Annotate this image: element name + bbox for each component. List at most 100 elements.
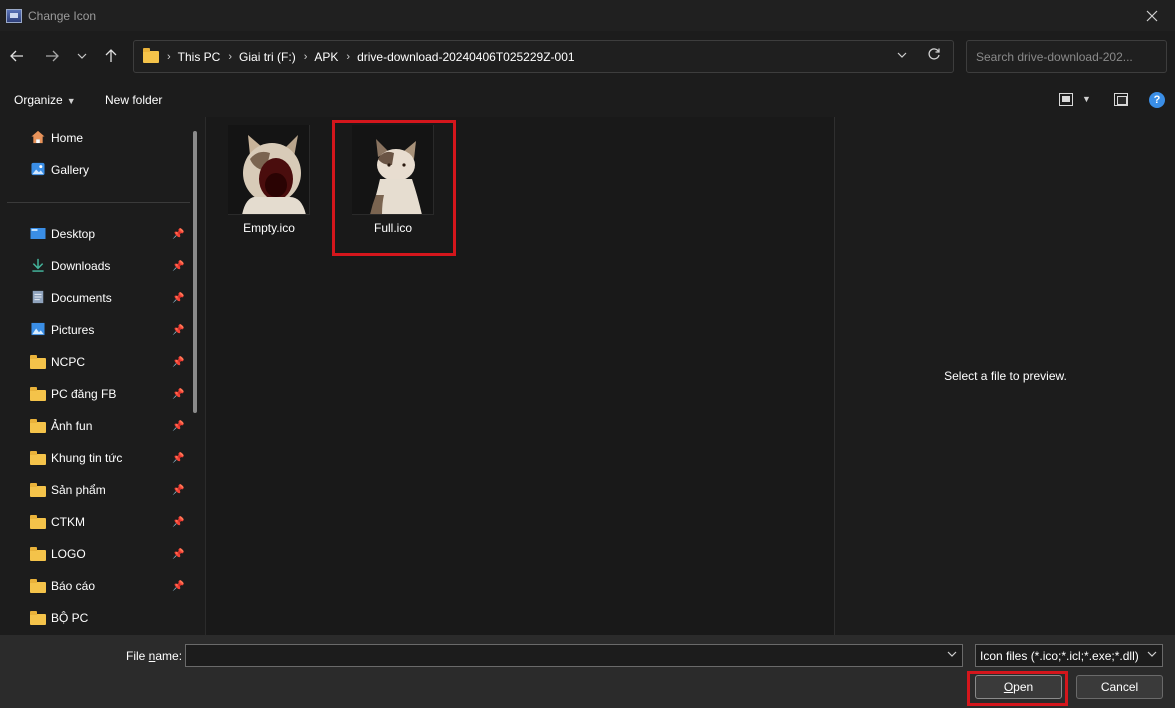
- sidebar-item-desktop[interactable]: Desktop 📌: [0, 220, 190, 248]
- file-name-label-pre: File: [126, 649, 149, 663]
- pin-icon: 📌: [172, 292, 185, 304]
- file-name-label: File name:: [126, 649, 182, 663]
- back-button[interactable]: [6, 45, 28, 67]
- close-icon: [1146, 10, 1158, 21]
- home-icon: [31, 130, 45, 144]
- arrow-left-icon: [10, 50, 23, 62]
- window-title: Change Icon: [28, 8, 97, 23]
- sidebar-item-bao-cao[interactable]: Báo cáo 📌: [0, 572, 190, 600]
- sidebar-item-documents[interactable]: Documents 📌: [0, 284, 190, 312]
- up-button[interactable]: [100, 45, 122, 67]
- sidebar-item-ctkm[interactable]: CTKM 📌: [0, 508, 190, 536]
- chevron-right-icon: ›: [228, 50, 233, 63]
- chevron-down-icon: [1147, 649, 1157, 660]
- pin-icon: 📌: [172, 580, 185, 592]
- address-dropdown-button[interactable]: [897, 49, 907, 61]
- close-button[interactable]: [1129, 0, 1175, 31]
- sidebar-scrollbar[interactable]: [193, 131, 197, 413]
- file-type-filter-value: Icon files (*.ico;*.icl;*.exe;*.dll): [980, 649, 1139, 663]
- cat-mouth-open-icon: [242, 135, 306, 214]
- sidebar-item-label: Pictures: [51, 323, 95, 337]
- gallery-icon: [31, 162, 45, 176]
- sidebar-item-ncpc[interactable]: NCPC 📌: [0, 348, 190, 376]
- sidebar-item-label: CTKM: [51, 515, 85, 529]
- recent-locations-button[interactable]: [71, 45, 93, 67]
- chevron-down-icon: [947, 651, 957, 657]
- breadcrumb-apk[interactable]: APK: [314, 50, 338, 64]
- search-input[interactable]: [967, 41, 1166, 72]
- file-type-filter-select[interactable]: Icon files (*.ico;*.icl;*.exe;*.dll): [975, 644, 1163, 667]
- sidebar-item-pc-dang-fb[interactable]: PC đăng FB 📌: [0, 380, 190, 408]
- caret-down-icon: ▼: [66, 96, 76, 106]
- cancel-button[interactable]: Cancel: [1076, 675, 1163, 699]
- sidebar-item-label: Downloads: [51, 259, 111, 273]
- change-view-icon[interactable]: [1059, 93, 1073, 106]
- sidebar-item-label: Khung tin tức: [51, 451, 123, 465]
- chevron-down-icon: [77, 53, 87, 59]
- sidebar-item-san-pham[interactable]: Sản phẩm 📌: [0, 476, 190, 504]
- chevron-right-icon: ›: [303, 50, 308, 63]
- pin-icon: 📌: [172, 516, 185, 528]
- folder-icon: [30, 386, 46, 401]
- file-name: Empty.ico: [243, 221, 295, 235]
- chevron-down-icon: [897, 52, 907, 58]
- organize-label: Organize: [14, 93, 63, 107]
- pictures-icon: [31, 322, 45, 336]
- app-icon: [6, 8, 22, 23]
- sidebar-item-khung-tin-tuc[interactable]: Khung tin tức 📌: [0, 444, 190, 472]
- sidebar-item-label: LOGO: [51, 547, 86, 561]
- chevron-right-icon: ›: [167, 50, 171, 63]
- sidebar-item-label: Báo cáo: [51, 579, 96, 593]
- sidebar-item-gallery[interactable]: Gallery: [0, 156, 190, 184]
- sidebar-item-pictures[interactable]: Pictures 📌: [0, 316, 190, 344]
- pin-icon: 📌: [172, 356, 185, 368]
- refresh-button[interactable]: [927, 47, 941, 65]
- new-folder-button[interactable]: New folder: [105, 93, 162, 107]
- file-list-pane: Empty.ico Full.ico: [205, 117, 834, 635]
- sidebar-item-bo-pc[interactable]: BỘ PC: [0, 604, 190, 632]
- preview-pane-icon[interactable]: [1114, 93, 1128, 106]
- file-name-dropdown-button[interactable]: [947, 649, 957, 660]
- pin-icon: 📌: [172, 420, 185, 432]
- organize-button[interactable]: Organize ▼: [14, 93, 76, 107]
- breadcrumb-this-pc[interactable]: This PC: [178, 50, 221, 64]
- forward-button[interactable]: [41, 45, 63, 67]
- pin-icon: 📌: [172, 228, 185, 240]
- pin-icon: 📌: [172, 452, 185, 464]
- folder-icon: [30, 354, 46, 369]
- documents-icon: [32, 290, 44, 304]
- folder-icon: [30, 546, 46, 561]
- sidebar-item-anh-fun[interactable]: Ảnh fun 📌: [0, 412, 190, 440]
- sidebar-item-label: BỘ PC: [51, 611, 89, 625]
- file-name-label-post: ame:: [155, 649, 183, 663]
- chevron-right-icon: ›: [346, 50, 351, 63]
- folder-icon: [30, 610, 46, 625]
- desktop-icon: [30, 228, 46, 239]
- sidebar-item-label: Sản phẩm: [51, 483, 106, 497]
- sidebar-item-home[interactable]: Home: [0, 124, 190, 152]
- sidebar-item-label: Desktop: [51, 227, 96, 241]
- folder-icon: [30, 450, 46, 465]
- address-bar[interactable]: › This PC › Giai tri (F:) › APK › drive-…: [133, 40, 954, 73]
- sidebar-item-label: Ảnh fun: [51, 419, 93, 433]
- file-name-input[interactable]: [185, 644, 963, 667]
- file-highlight-box: [332, 120, 456, 256]
- arrow-up-icon: [105, 49, 117, 62]
- preview-placeholder-text: Select a file to preview.: [944, 369, 1067, 383]
- sidebar-item-logo[interactable]: LOGO 📌: [0, 540, 190, 568]
- sidebar-item-label: PC đăng FB: [51, 387, 117, 401]
- sidebar-divider: [7, 202, 190, 203]
- folder-icon: [30, 578, 46, 593]
- folder-icon: [30, 482, 46, 497]
- breadcrumb-drive[interactable]: Giai tri (F:): [239, 50, 296, 64]
- search-box[interactable]: [966, 40, 1167, 73]
- view-options-caret-icon[interactable]: ▼: [1082, 94, 1091, 104]
- pin-icon: 📌: [172, 324, 185, 336]
- help-icon[interactable]: ?: [1149, 92, 1165, 108]
- sidebar-item-downloads[interactable]: Downloads 📌: [0, 252, 190, 280]
- folder-icon: [143, 47, 159, 63]
- pin-icon: 📌: [172, 548, 185, 560]
- file-item-empty-ico[interactable]: Empty.ico: [220, 125, 322, 241]
- pin-icon: 📌: [172, 260, 185, 272]
- breadcrumb-current-folder[interactable]: drive-download-20240406T025229Z-001: [357, 50, 575, 64]
